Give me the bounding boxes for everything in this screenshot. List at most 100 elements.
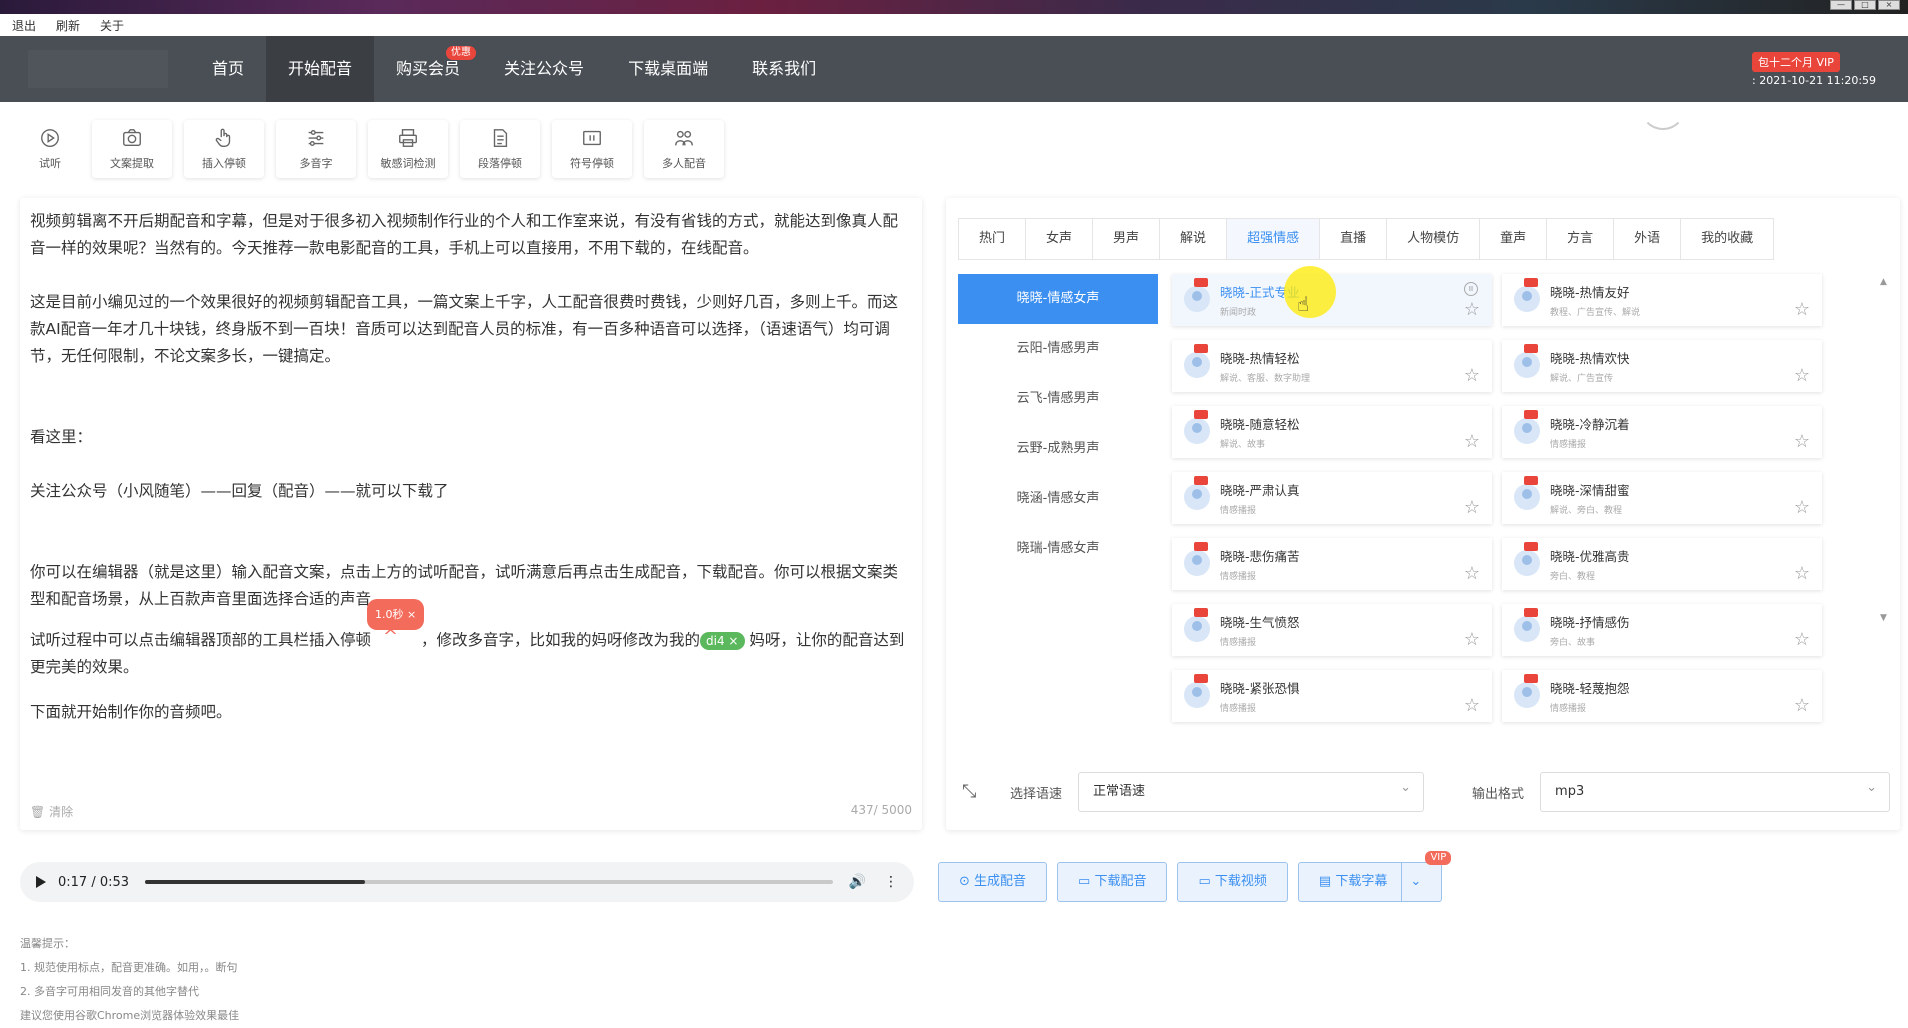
window-controls: — □ ×	[1830, 0, 1900, 10]
voice-name: 晓晓-热情欢快	[1550, 351, 1630, 366]
minimize-button[interactable]: —	[1830, 0, 1852, 10]
speed-label: 选择语速	[1010, 786, 1063, 802]
tool-polyphone[interactable]: 多音字	[276, 120, 356, 178]
download-audio-button[interactable]: ▭ 下载配音	[1057, 862, 1168, 902]
tab-dialect[interactable]: 方言	[1547, 219, 1615, 259]
star-icon[interactable]: ☆	[1464, 695, 1480, 716]
tab-live[interactable]: 直播	[1320, 219, 1388, 259]
tab-foreign[interactable]: 外语	[1614, 219, 1682, 259]
more-options-icon[interactable]: ⋮	[884, 874, 898, 890]
avatar-icon	[1514, 418, 1540, 444]
menu-exit[interactable]: 退出	[12, 17, 36, 34]
star-icon[interactable]: ☆	[1794, 431, 1810, 452]
tab-female[interactable]: 女声	[1026, 219, 1094, 259]
tool-sensitive-check[interactable]: 敏感词检测	[368, 120, 448, 178]
tool-text-extract[interactable]: 文案提取	[92, 120, 172, 178]
star-icon[interactable]: ☆	[1464, 431, 1480, 452]
pause-marker[interactable]: 1.0秒 × ^	[367, 599, 425, 647]
voice-card[interactable]: 晓晓-热情友好 教程、广告宣传、解说 ☆	[1502, 274, 1822, 326]
avatar[interactable]	[1640, 84, 1686, 130]
tab-hot[interactable]: 热门	[959, 219, 1027, 259]
star-icon[interactable]: ☆	[1794, 497, 1810, 518]
tab-favorites[interactable]: 我的收藏	[1681, 219, 1774, 259]
chevron-down-icon[interactable]: ⌄	[1401, 863, 1421, 901]
star-icon[interactable]: ☆	[1794, 695, 1810, 716]
flag-icon	[1194, 542, 1208, 551]
download-video-button[interactable]: ▭ 下载视频	[1177, 862, 1288, 902]
star-icon[interactable]: ☆	[1794, 365, 1810, 386]
generate-button[interactable]: ⊙ 生成配音	[938, 862, 1048, 902]
clear-label: 清除	[49, 805, 74, 819]
speaker-item[interactable]: 云飞-情感男声	[958, 374, 1158, 424]
voice-list-scrollbar[interactable]: ▲ ▼	[1880, 276, 1887, 624]
voice-category-tabs: 热门 女声 男声 解说 超强情感 直播 人物模仿 童声 方言 外语 我的收藏	[958, 218, 1775, 260]
tab-child[interactable]: 童声	[1480, 219, 1548, 259]
voice-card[interactable]: 晓晓-随意轻松 解说、故事 ☆	[1172, 406, 1492, 458]
clear-button[interactable]: 🗑 清除	[30, 803, 73, 820]
star-icon[interactable]: ☆	[1464, 563, 1480, 584]
users-icon	[675, 130, 693, 146]
polyphone-tag[interactable]: di4 ×	[700, 632, 745, 650]
voice-card[interactable]: 晓晓-热情欢快 解说、广告宣传 ☆	[1502, 340, 1822, 392]
tab-imitation[interactable]: 人物模仿	[1387, 219, 1481, 259]
voice-card[interactable]: 晓晓-抒情感伤 旁白、故事 ☆	[1502, 604, 1822, 656]
speaker-item[interactable]: 晓涵-情感女声	[958, 474, 1158, 524]
camera-icon	[123, 129, 141, 147]
voice-card[interactable]: 晓晓-紧张恐惧 情感播报 ☆	[1172, 670, 1492, 722]
nav-contact-us[interactable]: 联系我们	[730, 36, 838, 102]
star-icon[interactable]: ☆	[1794, 563, 1810, 584]
tool-paragraph-pause[interactable]: 段落停顿	[460, 120, 540, 178]
star-icon[interactable]: ☆	[1464, 365, 1480, 386]
voice-card[interactable]: 晓晓-生气愤怒 情感播报 ☆	[1172, 604, 1492, 656]
maximize-button[interactable]: □	[1854, 0, 1876, 10]
pause-icon[interactable]: II	[1464, 282, 1478, 296]
flag-icon	[1524, 542, 1538, 551]
nav-follow-account[interactable]: 关注公众号	[482, 36, 606, 102]
speaker-item[interactable]: 云阳-情感男声	[958, 324, 1158, 374]
play-icon[interactable]	[36, 876, 46, 888]
tool-symbol-pause[interactable]: 符号停顿	[552, 120, 632, 178]
tool-insert-pause[interactable]: 插入停顿	[184, 120, 264, 178]
nav-buy-membership[interactable]: 购买会员 优惠	[374, 36, 482, 102]
collapse-icon[interactable]: ⤡	[962, 781, 984, 803]
nav-home[interactable]: 首页	[190, 36, 266, 102]
flag-icon	[1194, 674, 1208, 683]
text-editor[interactable]: 视频剪辑离不开后期配音和字幕，但是对于很多初入视频制作行业的个人和工作室来说，有…	[20, 198, 922, 830]
tool-multi-voice[interactable]: 多人配音	[644, 120, 724, 178]
download-subtitle-button[interactable]: ▤ 下载字幕 ⌄ VIP	[1297, 851, 1452, 902]
voice-card[interactable]: 晓晓-悲伤痛苦 情感播报 ☆	[1172, 538, 1492, 590]
voice-card[interactable]: 晓晓-热情轻松 解说、客服、数字助理 ☆	[1172, 340, 1492, 392]
tab-male[interactable]: 男声	[1093, 219, 1161, 259]
tab-narration[interactable]: 解说	[1160, 219, 1228, 259]
voice-name: 晓晓-紧张恐惧	[1220, 681, 1300, 696]
close-button[interactable]: ×	[1878, 0, 1900, 10]
speaker-item[interactable]: 云野-成熟男声	[958, 424, 1158, 474]
voice-tags: 情感播报	[1220, 638, 1257, 648]
volume-icon[interactable]: 🔊	[849, 874, 866, 890]
menu-refresh[interactable]: 刷新	[56, 17, 80, 34]
avatar-icon	[1184, 616, 1210, 642]
nav-download-desktop[interactable]: 下载桌面端	[606, 36, 730, 102]
voice-panel: 热门 女声 男声 解说 超强情感 直播 人物模仿 童声 方言 外语 我的收藏 晓…	[946, 198, 1900, 830]
voice-card[interactable]: 晓晓-轻蔑抱怨 情感播报 ☆	[1502, 670, 1822, 722]
tool-preview[interactable]: 试听	[20, 120, 80, 178]
voice-card[interactable]: 晓晓-深情甜蜜 解说、旁白、教程 ☆	[1502, 472, 1822, 524]
voice-card[interactable]: 晓晓-严肃认真 情感播报 ☆	[1172, 472, 1492, 524]
audio-player: 0:17 / 0:53 🔊 ⋮	[20, 862, 914, 902]
format-select[interactable]: mp3	[1540, 769, 1891, 812]
nav-start-dubbing[interactable]: 开始配音	[266, 36, 375, 102]
star-icon[interactable]: ☆	[1464, 629, 1480, 650]
star-icon[interactable]: ☆	[1464, 299, 1480, 320]
star-icon[interactable]: ☆	[1794, 299, 1810, 320]
output-settings: ⤡ 选择语速 正常语速 输出格式 mp3	[962, 769, 1891, 812]
star-icon[interactable]: ☆	[1464, 497, 1480, 518]
speaker-item[interactable]: 晓晓-情感女声	[958, 274, 1158, 324]
star-icon[interactable]: ☆	[1794, 629, 1810, 650]
speed-select[interactable]: 正常语速	[1078, 769, 1425, 812]
menu-about[interactable]: 关于	[100, 17, 124, 34]
tab-emotion[interactable]: 超强情感	[1227, 219, 1321, 259]
voice-card[interactable]: 晓晓-优雅高贵 旁白、教程 ☆	[1502, 538, 1822, 590]
voice-card[interactable]: 晓晓-冷静沉着 情感播报 ☆	[1502, 406, 1822, 458]
progress-track[interactable]	[145, 880, 833, 884]
speaker-item[interactable]: 晓瑞-情感女声	[958, 524, 1158, 574]
